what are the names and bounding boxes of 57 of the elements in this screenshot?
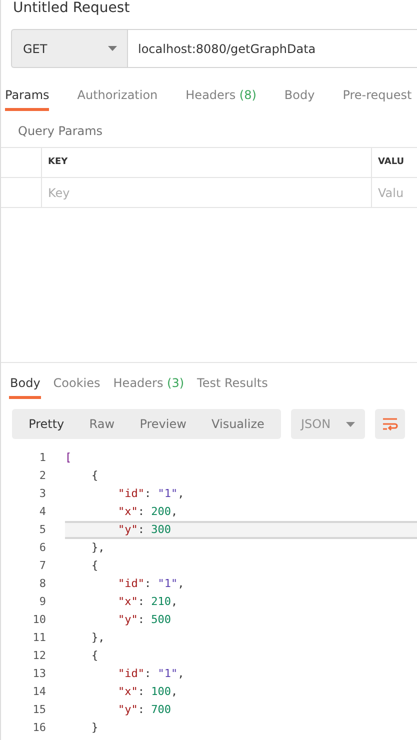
key-field[interactable]: Key xyxy=(48,184,371,202)
line-number: 16 xyxy=(32,720,46,736)
code-line: }, xyxy=(90,540,106,556)
tab[interactable]: Test Results xyxy=(196,369,269,399)
column-header: KEY xyxy=(48,156,68,169)
code-line: "id": "1", xyxy=(116,576,186,592)
code-line: "id": "1", xyxy=(116,666,186,682)
tab[interactable]: Headers (3) xyxy=(112,369,186,399)
line-number: 3 xyxy=(38,486,46,502)
wrap-icon xyxy=(382,417,398,431)
line-number: 1 xyxy=(38,450,46,466)
code-line: { xyxy=(90,648,100,664)
line-number: 6 xyxy=(38,540,46,556)
line-number: 12 xyxy=(32,648,46,664)
code-line: "x": 210, xyxy=(116,594,179,610)
format-dropdown[interactable]: JSON xyxy=(291,409,365,439)
line-number: 11 xyxy=(32,630,46,646)
tab[interactable]: Authorization xyxy=(77,81,158,111)
line-number: 10 xyxy=(32,612,46,628)
view-mode-tab[interactable]: Pretty xyxy=(22,409,70,439)
tab[interactable]: Params xyxy=(5,81,50,111)
code-line: }, xyxy=(90,630,106,646)
code-line: "id": "1", xyxy=(116,486,186,502)
line-number: 5 xyxy=(38,522,46,538)
line-number: 4 xyxy=(38,504,46,520)
request-title: Untitled Request xyxy=(12,1,131,15)
code-line: { xyxy=(90,558,100,574)
section-title: Query Params xyxy=(17,123,104,140)
tab[interactable]: Pre-request xyxy=(342,81,412,111)
caret-icon xyxy=(346,422,355,426)
code-line: "x": 200, xyxy=(116,504,179,520)
view-mode-tab[interactable]: Visualize xyxy=(206,409,270,439)
tab[interactable]: Body xyxy=(9,369,42,399)
tab[interactable]: Headers (8) xyxy=(186,81,256,111)
line-number: 9 xyxy=(38,594,46,610)
code-line: "y": 500 xyxy=(116,612,172,628)
line-number: 8 xyxy=(38,576,46,592)
column-header: VALU xyxy=(378,156,404,169)
code-line: { xyxy=(90,468,100,484)
line-number: 15 xyxy=(32,702,46,718)
line-number: 14 xyxy=(32,684,46,700)
code-line: "y": 700 xyxy=(116,702,172,718)
code-line: [ xyxy=(65,450,73,466)
caret-icon xyxy=(108,46,117,51)
tab[interactable]: Body xyxy=(284,81,315,111)
method-dropdown[interactable]: GET xyxy=(11,29,127,68)
line-number: 2 xyxy=(38,468,46,484)
view-mode-tab[interactable]: Raw xyxy=(83,409,121,439)
wrap-lines-button[interactable] xyxy=(375,409,405,439)
tab[interactable]: Cookies xyxy=(52,369,102,399)
value-field[interactable]: Valu xyxy=(378,184,417,202)
line-number: 7 xyxy=(38,558,46,574)
url-field[interactable]: localhost:8080/getGraphData xyxy=(127,29,417,68)
view-mode-tab[interactable]: Preview xyxy=(134,409,192,439)
code-line: "x": 100, xyxy=(116,684,179,700)
line-number: 13 xyxy=(32,666,46,682)
code-line: } xyxy=(90,720,100,736)
